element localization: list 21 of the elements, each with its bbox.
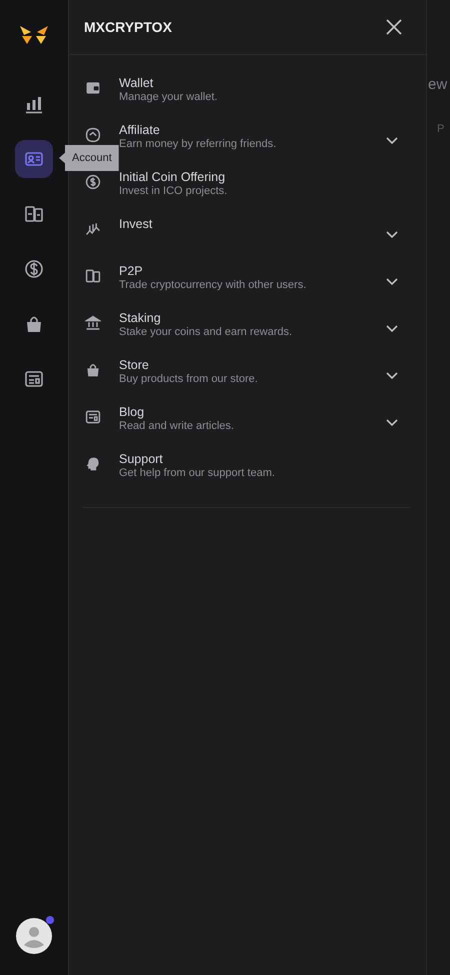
item-description: Buy products from our store. [119,373,259,386]
item-title: Blog [119,405,146,420]
item-title: P2P [119,264,144,279]
tooltip: Account [59,145,119,171]
item-title: Affiliate [119,123,161,138]
page-label: P [437,123,444,135]
item-title: Store [119,358,150,373]
item-description: Manage your wallet. [119,91,218,104]
item-title: Initial Coin Offering [119,170,226,185]
item-description: Trade cryptocurrency with other users. [119,279,308,292]
item-description: Get help from our support team. [119,467,276,480]
page-heading: ew [428,76,448,93]
item-description: Earn money by referring friends. [119,138,278,151]
item-description: Read and write articles. [119,420,235,433]
item-title: Support [119,452,164,467]
item-description: Stake your coins and earn rewards. [119,326,294,339]
item-title: Wallet [119,76,154,91]
item-description: Invest in ICO projects. [119,185,228,198]
item-title: Invest [119,217,154,232]
panel-title: MXCRYPTOX [84,19,172,35]
item-title: Staking [119,311,162,326]
